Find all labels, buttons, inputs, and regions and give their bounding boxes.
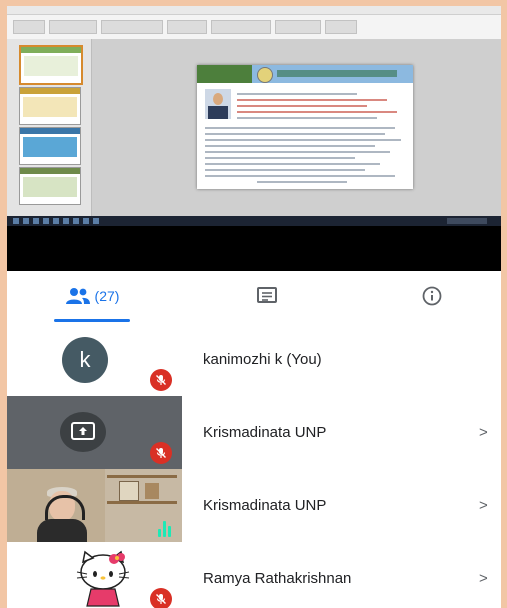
participant-name: Ramya Rathakrishnan [203,570,352,587]
slide-editor [92,39,501,216]
participant-row[interactable]: Krismadinata UNP > [7,469,501,542]
people-icon [65,287,91,305]
avatar: k [62,337,108,383]
participant-name: kanimozhi k (You) [203,351,322,368]
presentation-titlebar [7,6,501,15]
slide-thumbnails [7,39,92,216]
presentation-ribbon [7,15,501,40]
current-slide [197,65,413,189]
participant-name: Krismadinata UNP [203,497,327,514]
chat-icon [256,286,278,306]
participant-row[interactable]: Ramya Rathakrishnan > [7,542,501,608]
info-icon [421,285,443,307]
participant-tile: k [7,323,182,396]
mic-muted-icon [150,369,172,391]
participant-row[interactable]: Krismadinata UNP > [7,396,501,469]
slide-thumbnail [19,127,81,165]
shared-screen [7,6,501,271]
slide-thumbnail [19,45,83,85]
chevron-right-icon[interactable]: > [479,469,488,542]
slide-thumbnail [19,87,81,125]
participant-count: (27) [94,288,120,304]
participant-tile [7,542,182,608]
tab-people[interactable]: (27) [54,271,130,321]
presentation-window [7,6,501,216]
active-tab-indicator [54,319,130,322]
slide-thumbnail [19,167,81,205]
meet-app: (27) k kanimozhi k (You) Krismadinata UN… [7,6,501,608]
mic-muted-icon [150,442,172,464]
speaker-photo [205,89,231,119]
chevron-right-icon[interactable]: > [479,542,488,608]
speaking-indicator-icon [152,515,176,537]
meeting-tabs: (27) [7,271,501,321]
hello-kitty-avatar [76,550,130,607]
os-taskbar [7,216,501,226]
presenting-screen-icon [60,412,106,452]
participant-tile [7,396,182,469]
tab-info[interactable] [412,271,452,321]
tab-chat[interactable] [247,271,287,321]
mic-muted-icon [150,588,172,608]
participant-row[interactable]: k kanimozhi k (You) [7,323,501,396]
participant-name: Krismadinata UNP [203,424,327,441]
chevron-right-icon[interactable]: > [479,396,488,469]
participant-tile [7,469,182,542]
